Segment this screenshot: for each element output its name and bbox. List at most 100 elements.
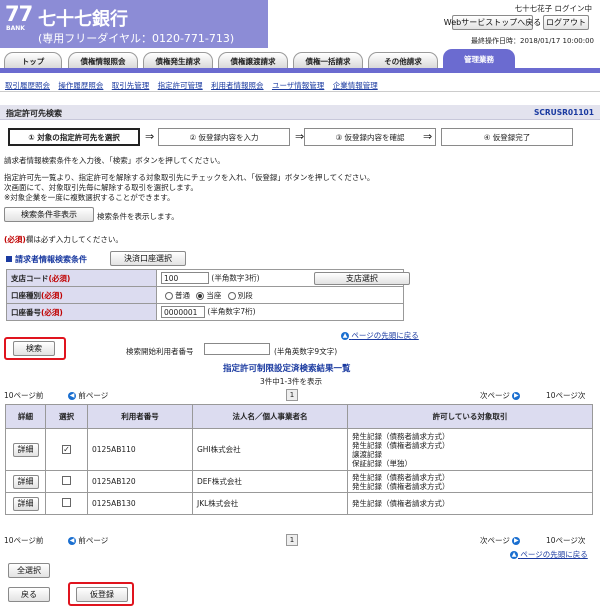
login-user-status: 七十七花子 ログイン中 [514, 4, 592, 13]
table-row: 詳細 0125AB130 JKL株式会社 発生記録（債権者請求方式） [5, 492, 593, 515]
subnav-operation-history[interactable]: 操作履歴照会 [58, 81, 103, 90]
instruction-line-4: ※対象企業を一度に複数選択することができます。 [4, 193, 175, 202]
results-header-row: 詳細 選択 利用者番号 法人名／個人事業者名 許可している対象取引 [5, 404, 593, 429]
detail-button[interactable]: 詳細 [12, 474, 39, 489]
permission-item: 保証記録（単独） [352, 458, 412, 468]
row-select-checkbox[interactable] [62, 498, 71, 507]
prev-arrow-icon: ◀ [68, 537, 76, 545]
toggle-search-conditions-button[interactable]: 検索条件非表示 [4, 207, 94, 222]
user-number: 0125AB110 [87, 428, 193, 471]
search-user-number-label: 検索開始利用者番号 [126, 347, 194, 356]
required-note-text: 欄は必ず入力してください。 [25, 235, 123, 244]
settlement-account-select-button[interactable]: 決済口座選択 [110, 251, 186, 266]
subnav-partner-management[interactable]: 取引先管理 [112, 81, 150, 90]
permission-item: 発生記録（債務者請求方式） [352, 472, 450, 482]
account-type-radio-ordinary[interactable] [165, 291, 173, 300]
bank-logo-label: BANK [6, 25, 25, 32]
col-select: 選択 [45, 404, 88, 429]
user-number: 0125AB120 [87, 470, 193, 493]
prev-10-pages: 10ページ前 [4, 391, 44, 400]
account-type-special-label: 別段 [237, 290, 253, 300]
row-select-checkbox[interactable] [62, 476, 71, 485]
subnav-permission-management[interactable]: 指定許可管理 [158, 81, 203, 90]
next-10-pages: 10ページ次 [546, 391, 586, 400]
next-page-bottom: 次ページ ▶ [480, 536, 521, 545]
account-type-radio-special[interactable] [227, 291, 236, 300]
tab-admin[interactable]: 管理業務 [443, 49, 515, 69]
next-page: 次ページ ▶ [480, 391, 521, 400]
sub-navigation: 取引履歴照会 操作履歴照会 取引先管理 指定許可管理 利用者情報照会 ユーザ情報… [5, 80, 384, 91]
search-user-number-hint: (半角英数字9文字) [274, 347, 338, 356]
page-top-link-2[interactable]: ▲ ページの先頭に戻る [510, 549, 588, 560]
step-arrow-2: ⇒ [295, 130, 305, 143]
tab-top[interactable]: トップ [4, 52, 62, 69]
search-button-highlight [4, 337, 66, 360]
page-number-top[interactable]: 1 [286, 389, 298, 401]
account-type-current-label: 当座 [206, 290, 222, 300]
company-name: GHI株式会社 [192, 428, 348, 471]
instruction-line-1: 請求者情報検索条件を入力後、「検索」ボタンを押してください。 [4, 156, 225, 165]
screen-code: SCRUSR01101 [533, 108, 594, 117]
step-arrow-1: ⇒ [145, 130, 155, 143]
page-number-bottom[interactable]: 1 [286, 534, 298, 546]
tab-bond-issue[interactable]: 債権発生請求 [143, 52, 213, 69]
bank-name: 七十七銀行 [38, 9, 128, 30]
back-button[interactable]: 戻る [8, 587, 50, 602]
prev-arrow-icon: ◀ [68, 392, 76, 400]
col-detail: 詳細 [5, 404, 46, 429]
subnav-divider [0, 91, 600, 92]
step-1-select: ① 対象の指定許可先を選択 [8, 128, 140, 146]
account-number-hint: (半角数字7桁) [207, 307, 256, 316]
results-title: 指定許可制限設定済検索結果一覧 [223, 364, 351, 374]
account-type-radio-current[interactable] [196, 291, 205, 300]
page-title: 指定許可先検索 [6, 109, 62, 118]
required-mark: (必須) [4, 235, 26, 244]
select-all-button[interactable]: 全選択 [8, 563, 50, 578]
prev-page-bottom: ◀ 前ページ [68, 536, 109, 545]
next-arrow-icon: ▶ [512, 392, 521, 400]
tab-bond-info[interactable]: 債権情報照会 [68, 52, 138, 69]
branch-code-input[interactable]: 100 [161, 272, 209, 284]
branch-code-label: 支店コード(必須) [6, 269, 157, 287]
search-section-title-text: 請求者情報検索条件 [15, 255, 87, 264]
subnav-company-management[interactable]: 企業情報管理 [333, 81, 378, 90]
subnav-user-management[interactable]: ユーザ情報管理 [272, 81, 324, 90]
table-row: 詳細 ✓ 0125AB110 GHI株式会社 発生記録（債務者請求方式） 発生記… [5, 428, 593, 471]
step-4-complete: ④ 仮登録完了 [441, 128, 573, 146]
user-number: 0125AB130 [87, 492, 193, 515]
tab-other-requests[interactable]: その他請求 [368, 52, 438, 69]
search-user-number-input[interactable] [204, 343, 270, 355]
subnav-user-info[interactable]: 利用者情報照会 [211, 81, 264, 90]
up-arrow-icon: ▲ [341, 332, 349, 340]
branch-code-hint: (半角数字3桁) [211, 273, 260, 282]
col-user-number: 利用者番号 [87, 404, 193, 429]
detail-button[interactable]: 詳細 [12, 496, 39, 511]
next-10-pages-bottom: 10ページ次 [546, 536, 586, 545]
permission-item: 発生記録（債権者請求方式） [352, 481, 450, 491]
subnav-transaction-history[interactable]: 取引履歴照会 [5, 81, 50, 90]
account-number-input[interactable]: 0000001 [161, 306, 205, 318]
tab-underline [0, 68, 600, 73]
search-conditions-table: 支店コード(必須) 100 (半角数字3桁) 支店選択 口座種別(必須) 普通 … [6, 269, 410, 321]
web-service-top-button[interactable]: Webサービストップへ戻る [444, 15, 541, 30]
required-note: (必須)欄は必ず入力してください。 [4, 234, 123, 245]
page-top-link-1[interactable]: ▲ ページの先頭に戻る [341, 330, 419, 341]
branch-select-button[interactable]: 支店選択 [313, 271, 410, 285]
search-section-title: 請求者情報検索条件 [6, 254, 87, 265]
tab-bond-transfer[interactable]: 債権譲渡請求 [218, 52, 288, 69]
logout-button[interactable]: ログアウト [543, 15, 589, 30]
permission-item: 譲渡記録 [352, 449, 382, 459]
table-row: 詳細 0125AB120 DEF株式会社 発生記録（債務者請求方式） 発生記録（… [5, 470, 593, 493]
row-select-checkbox[interactable]: ✓ [62, 445, 71, 454]
search-toggle-note: 検索条件を表示します。 [97, 212, 179, 221]
detail-button[interactable]: 詳細 [12, 442, 39, 457]
company-name: DEF株式会社 [192, 470, 348, 493]
prev-10-pages-bottom: 10ページ前 [4, 536, 44, 545]
tab-bond-bulk[interactable]: 債権一括請求 [293, 52, 363, 69]
step-2-input: ② 仮登録内容を入力 [158, 128, 290, 146]
permission-item: 発生記録（債権者請求方式） [352, 440, 450, 450]
account-number-cell: 0000001 (半角数字7桁) [156, 303, 404, 321]
section-square-icon [6, 256, 12, 262]
company-name: JKL株式会社 [192, 492, 348, 515]
account-type-label: 口座種別(必須) [6, 286, 157, 304]
